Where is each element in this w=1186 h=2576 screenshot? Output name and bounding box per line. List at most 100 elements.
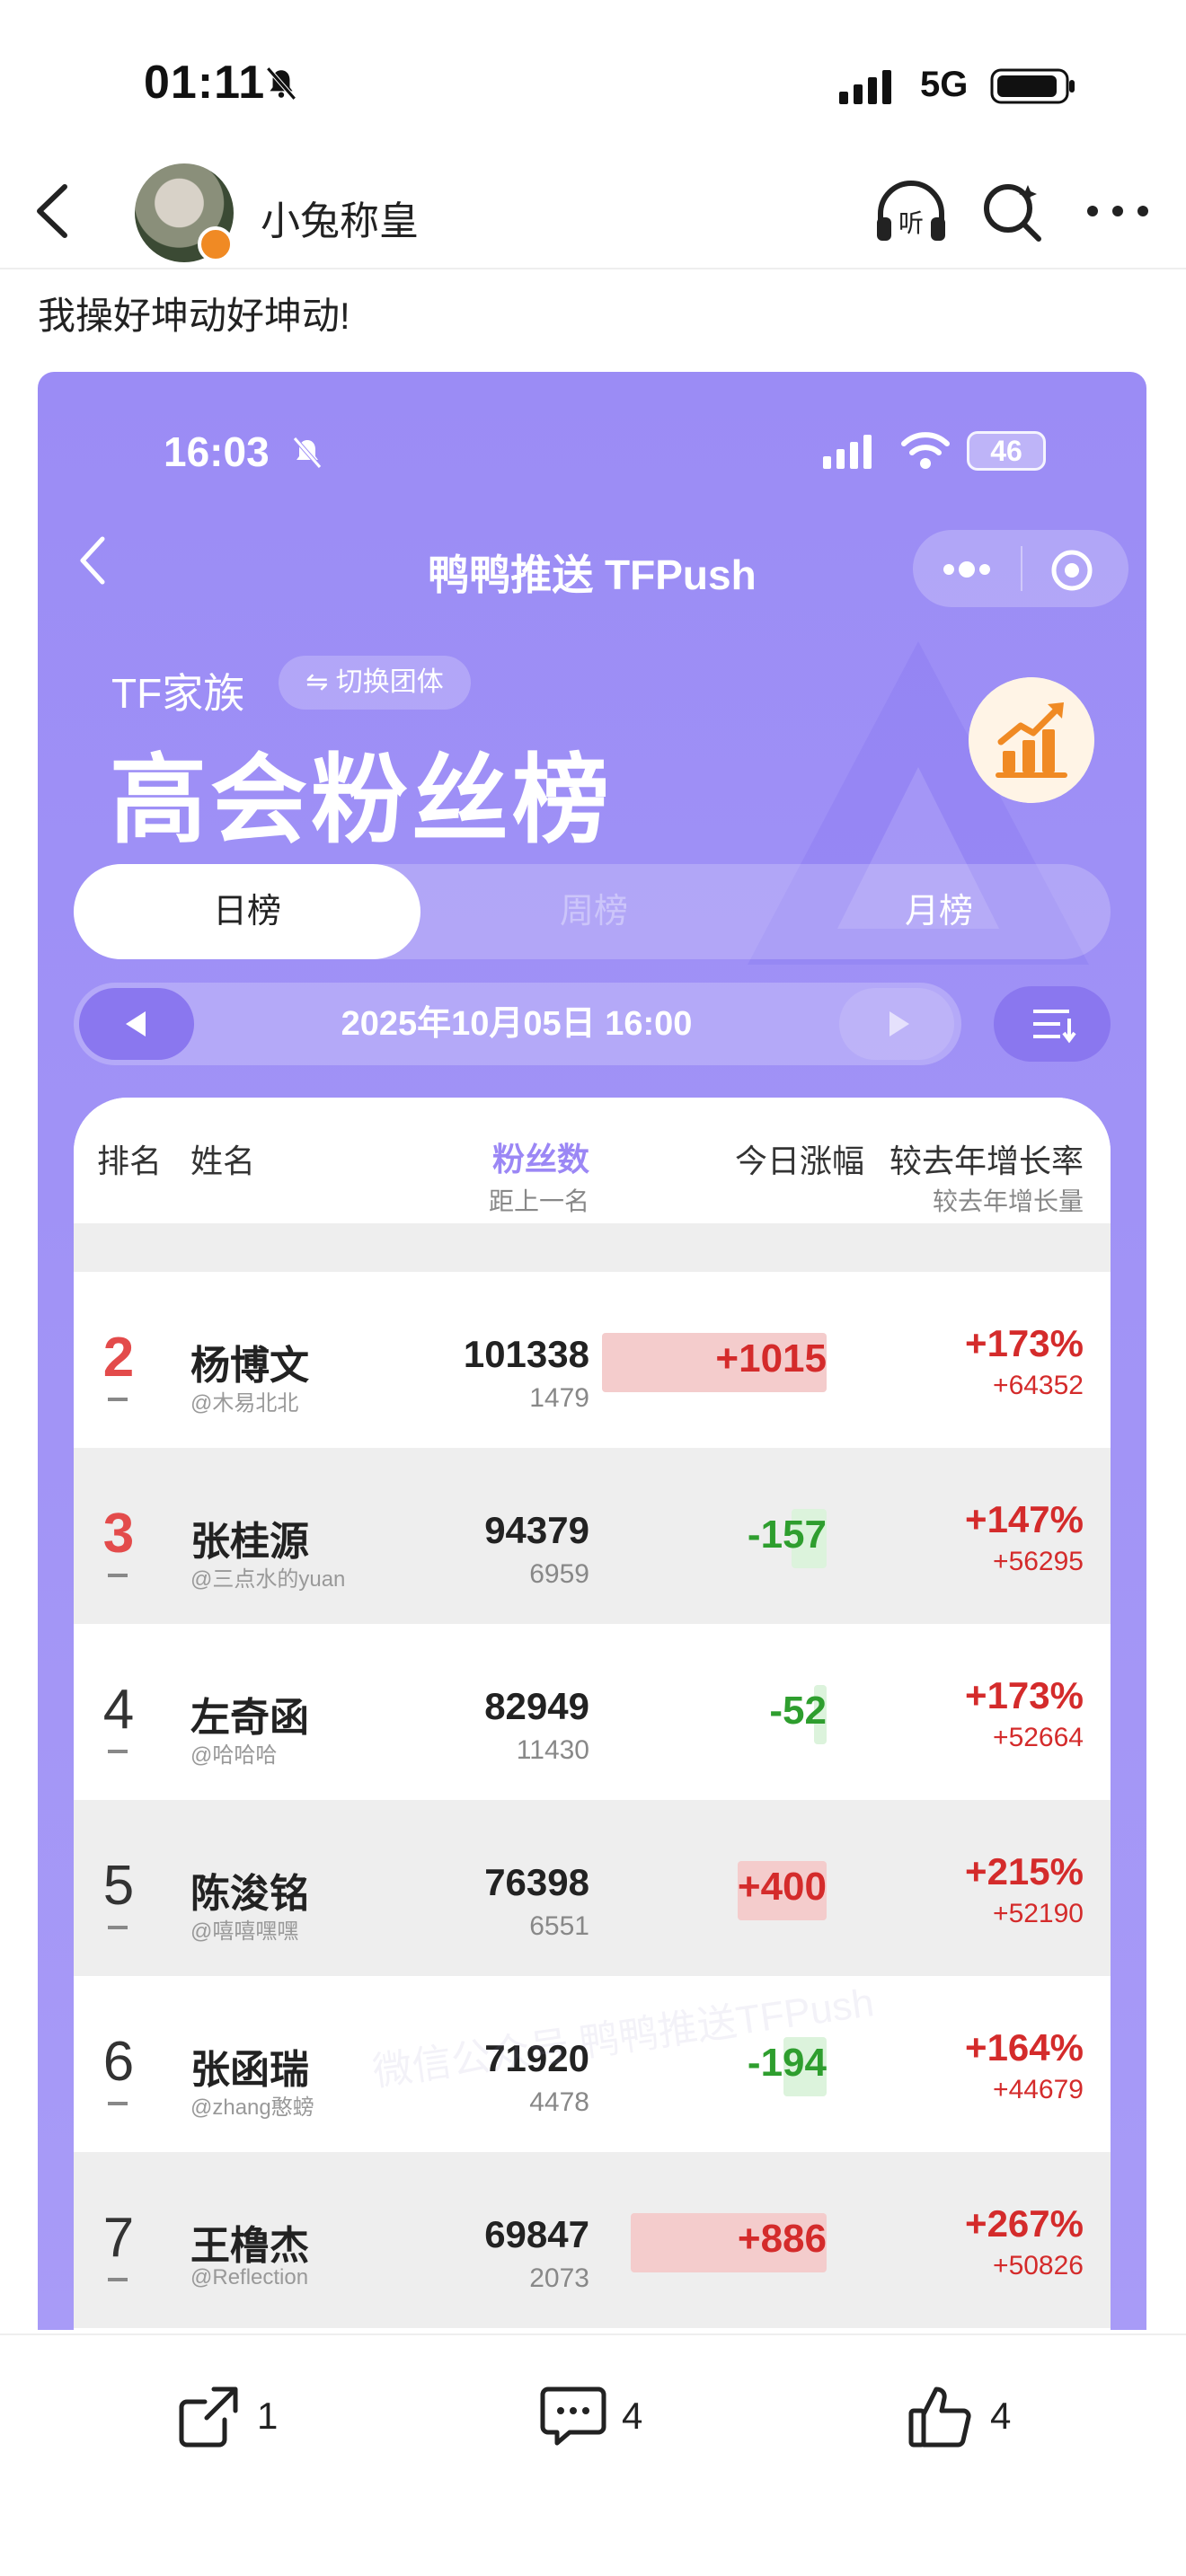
row-fans: 82949 [484,1685,589,1727]
action-bar: 1 4 4 [0,2333,1186,2576]
row-handle: @哈哈哈 [190,1743,278,1768]
wifi-icon [901,432,950,469]
header-rank[interactable]: 排名 [97,1135,162,1182]
table-header: 排名 姓名 粉丝数 距上一名 今日涨幅 较去年增长率 较去年增长量 [74,1098,1111,1225]
close-target-icon[interactable] [1049,548,1094,593]
header-yoy-sub: 较去年增长量 [932,1187,1084,1215]
row-yoy-rate: +147% [965,1498,1084,1540]
thumbs-up-icon [908,2386,971,2448]
date-text[interactable]: 2025年10月05日 16:00 [194,983,839,1065]
battery-icon [990,68,1075,104]
tab-weekly[interactable]: 周榜 [420,864,767,959]
row-name: 杨博文 [190,1344,309,1388]
rank-change-dash [108,1398,128,1401]
more-icon[interactable] [1082,180,1154,243]
row-name: 张函瑞 [190,2048,309,2092]
row-yoy-abs: +56295 [993,1547,1084,1576]
header-name: 姓名 [190,1142,256,1179]
row-rank: 6 [102,2031,135,2093]
row-handle: @Reflection [190,2265,309,2289]
row-handle: @三点水的yuan [190,1567,346,1592]
sort-icon [1033,1010,1076,1044]
row-yoy-rate: +164% [965,2026,1084,2069]
row-yoy-rate: +173% [965,1674,1084,1716]
row-fans: 69847 [484,2213,589,2255]
headphones-icon[interactable]: 听 [873,178,949,244]
header-today[interactable]: 今日涨幅 [649,1135,864,1182]
status-bar: 01:11 5G [0,0,1186,153]
rank-change-dash [108,1750,128,1753]
row-yoy-abs: +44679 [993,2075,1084,2104]
sort-button[interactable] [994,986,1111,1062]
tab-daily[interactable]: 日榜 [74,864,420,959]
header-fans-sub: 距上一名 [488,1187,589,1215]
capsule-divider [1021,546,1022,591]
row-rank: 5 [102,1855,135,1917]
row-gap: 6959 [529,1559,589,1589]
tab-monthly[interactable]: 月榜 [767,864,1111,959]
row-handle: @zhang憨螃 [190,2095,314,2120]
row-name: 左奇函 [190,1696,309,1740]
row-today: +400 [737,1865,827,1909]
triangle-left-icon [126,1011,146,1037]
search-icon[interactable] [981,180,1044,243]
row-name: 张桂源 [190,1520,309,1564]
row-gap: 6551 [529,1911,589,1941]
date-next-button[interactable] [839,988,954,1060]
row-name: 陈浚铭 [190,1872,309,1916]
table-row[interactable]: 3 张桂源 @三点水的yuan 94379 6959 -157 +147% +5… [74,1448,1111,1624]
trend-chart-icon[interactable] [969,677,1094,803]
row-yoy-rate: +215% [965,1850,1084,1892]
row-handle: @木易北北 [190,1391,299,1416]
back-icon[interactable] [31,180,72,243]
rank-change-dash [108,1574,128,1577]
row-yoy-abs: +50826 [993,2251,1084,2280]
table-row[interactable]: 7 王橹杰 @Reflection 69847 2073 +886 +267% … [74,2152,1111,2328]
bell-muted-icon [266,66,296,101]
comment-count: 4 [622,2395,643,2437]
signal-icon [823,435,872,469]
more-icon[interactable] [938,551,996,587]
row-gap: 2073 [529,2263,589,2293]
signal-icon [839,70,891,104]
battery-level: 46 [967,431,1046,471]
triangle-right-icon [890,1011,909,1037]
row-rank: 4 [102,1679,135,1741]
status-time: 01:11 [144,57,266,109]
verified-badge-icon [198,226,234,262]
share-icon [179,2386,238,2448]
table-row[interactable]: 4 左奇函 @哈哈哈 82949 11430 -52 +173% +52664 [74,1624,1111,1800]
header-yoy[interactable]: 较去年增长率 [855,1135,1084,1182]
table-row[interactable]: 5 陈浚铭 @嘻嘻嘿嘿 76398 6551 +400 +215% +52190 [74,1800,1111,1976]
row-yoy-abs: +64352 [993,1371,1084,1400]
row-fans: 76398 [484,1861,589,1903]
switch-group-button[interactable]: ⇋ 切换团体 [279,656,471,710]
header-fans[interactable]: 粉丝数 [415,1134,589,1180]
svg-text:听: 听 [898,208,924,238]
like-count: 4 [990,2395,1012,2437]
embedded-status-time: 16:03 [164,428,270,475]
author-name[interactable]: 小兔称皇 [261,189,419,246]
rank-change-dash [108,1926,128,1929]
rank-change-dash [108,2278,128,2281]
row-today: -157 [747,1513,827,1557]
row-today: +1015 [715,1337,827,1381]
date-prev-button[interactable] [79,988,194,1060]
board-title: 高会粉丝榜 [110,745,614,854]
row-fans: 94379 [484,1509,589,1551]
table-row-partial [74,1225,1111,1272]
post-header: 小兔称皇 听 [0,153,1186,269]
row-name: 王橹杰 [190,2224,309,2268]
share-count: 1 [257,2395,279,2437]
row-yoy-rate: +173% [965,1322,1084,1364]
ranking-table: 排名 姓名 粉丝数 距上一名 今日涨幅 较去年增长率 较去年增长量 2 杨博文 … [74,1098,1111,2330]
table-row[interactable]: 2 杨博文 @木易北北 101338 1479 +1015 +173% +643… [74,1272,1111,1448]
table-rows: 2 杨博文 @木易北北 101338 1479 +1015 +173% +643… [74,1272,1111,2328]
embedded-screenshot[interactable]: 16:03 46 鸭鸭推送 TFPush TF家族 ⇋ 切换团体 高会粉丝榜 日… [38,372,1146,2330]
row-gap: 4478 [529,2087,589,2117]
row-today: -52 [769,1689,827,1733]
rank-change-dash [108,2102,128,2105]
row-yoy-abs: +52190 [993,1899,1084,1928]
row-fans: 101338 [463,1333,589,1375]
bell-muted-icon [293,437,322,469]
